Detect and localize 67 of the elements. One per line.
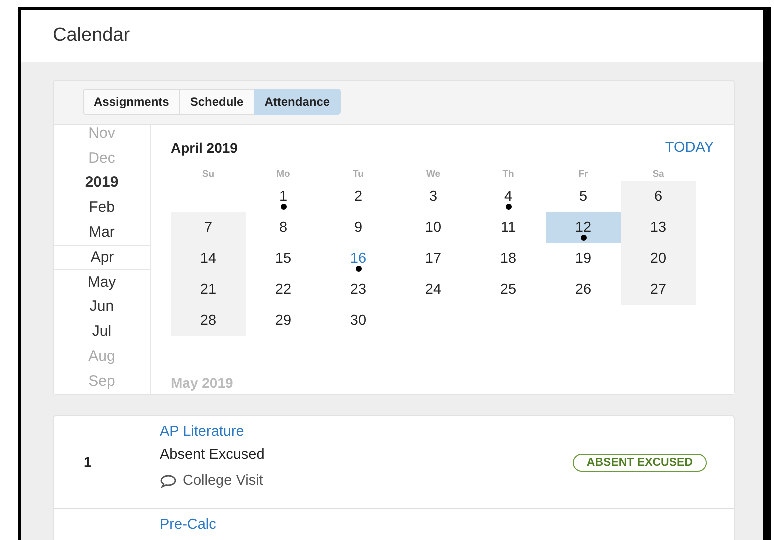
- month-item[interactable]: Jul: [54, 319, 150, 344]
- day-number[interactable]: 26: [575, 282, 592, 298]
- month-item[interactable]: May: [54, 270, 150, 295]
- tab[interactable]: Schedule: [179, 89, 255, 115]
- day-number[interactable]: 14: [200, 250, 217, 266]
- page-title: Calendar: [53, 25, 130, 47]
- day-cell[interactable]: 27: [621, 274, 696, 305]
- day-number[interactable]: 3: [429, 188, 438, 204]
- day-number[interactable]: 28: [200, 312, 217, 328]
- day-number[interactable]: 23: [350, 282, 367, 298]
- comment-text: College Visit: [183, 473, 264, 489]
- day-number[interactable]: 2: [354, 188, 363, 204]
- month-title: May 2019: [171, 375, 234, 391]
- day-number[interactable]: 1: [279, 188, 288, 204]
- day-number[interactable]: 18: [500, 250, 517, 266]
- day-number[interactable]: 12: [575, 220, 592, 236]
- day-cell[interactable]: 20: [621, 243, 696, 274]
- day-number[interactable]: 10: [425, 220, 442, 236]
- day-number[interactable]: 15: [275, 250, 292, 266]
- day-number[interactable]: 19: [575, 250, 592, 266]
- day-number[interactable]: 27: [650, 282, 667, 298]
- day-cell[interactable]: 12: [546, 212, 621, 243]
- tab[interactable]: Assignments: [83, 89, 180, 115]
- weekday-label: Th: [502, 169, 514, 180]
- day-number[interactable]: 30: [350, 312, 367, 328]
- day-cell[interactable]: 14: [171, 243, 246, 274]
- weekday-label: Su: [202, 169, 215, 180]
- status-badge: ABSENT EXCUSED: [572, 454, 707, 472]
- day-cell[interactable]: 13: [621, 212, 696, 243]
- weekday-label: We: [426, 169, 441, 180]
- course-link[interactable]: Pre-Calc: [160, 517, 707, 533]
- month-item[interactable]: Mar: [54, 220, 150, 245]
- day-number[interactable]: 24: [425, 282, 442, 298]
- weekday-label: Mo: [276, 169, 290, 180]
- day-cell[interactable]: 7: [171, 212, 246, 243]
- day-number[interactable]: 8: [279, 220, 288, 236]
- month-title: April 2019: [171, 140, 238, 156]
- day-number[interactable]: 5: [579, 188, 588, 204]
- day-number[interactable]: 9: [354, 220, 363, 236]
- day-number[interactable]: 11: [500, 220, 516, 236]
- day-number[interactable]: 22: [275, 282, 292, 298]
- day-number[interactable]: 6: [654, 188, 663, 204]
- month-item[interactable]: 2019: [54, 170, 150, 196]
- month-item[interactable]: Feb: [54, 195, 150, 220]
- day-cell[interactable]: 21: [171, 274, 246, 305]
- month-item[interactable]: Jun: [54, 294, 150, 320]
- day-number[interactable]: 13: [650, 220, 667, 236]
- day-cell[interactable]: 28: [171, 305, 246, 336]
- day-number[interactable]: 7: [204, 220, 213, 236]
- weekday-label: Fr: [578, 169, 588, 180]
- course-link[interactable]: AP Literature: [160, 424, 573, 440]
- tab[interactable]: Attendance: [254, 89, 342, 115]
- day-cell[interactable]: 6: [621, 181, 696, 212]
- day-number[interactable]: 17: [425, 250, 442, 266]
- day-number[interactable]: 21: [200, 282, 217, 298]
- weekday-label: Sa: [652, 169, 664, 180]
- day-number[interactable]: 20: [650, 250, 667, 266]
- today-link[interactable]: TODAY: [665, 140, 714, 156]
- day-number[interactable]: 4: [504, 188, 513, 204]
- period-number: 1: [84, 454, 92, 470]
- weekday-label: Tu: [353, 169, 364, 180]
- comment-icon: [160, 474, 177, 488]
- day-number[interactable]: 16: [350, 250, 367, 266]
- attendance-status: Absent Excused: [160, 447, 266, 463]
- day-number[interactable]: 29: [275, 312, 292, 328]
- month-item[interactable]: Apr: [54, 244, 150, 270]
- day-number[interactable]: 25: [500, 282, 517, 298]
